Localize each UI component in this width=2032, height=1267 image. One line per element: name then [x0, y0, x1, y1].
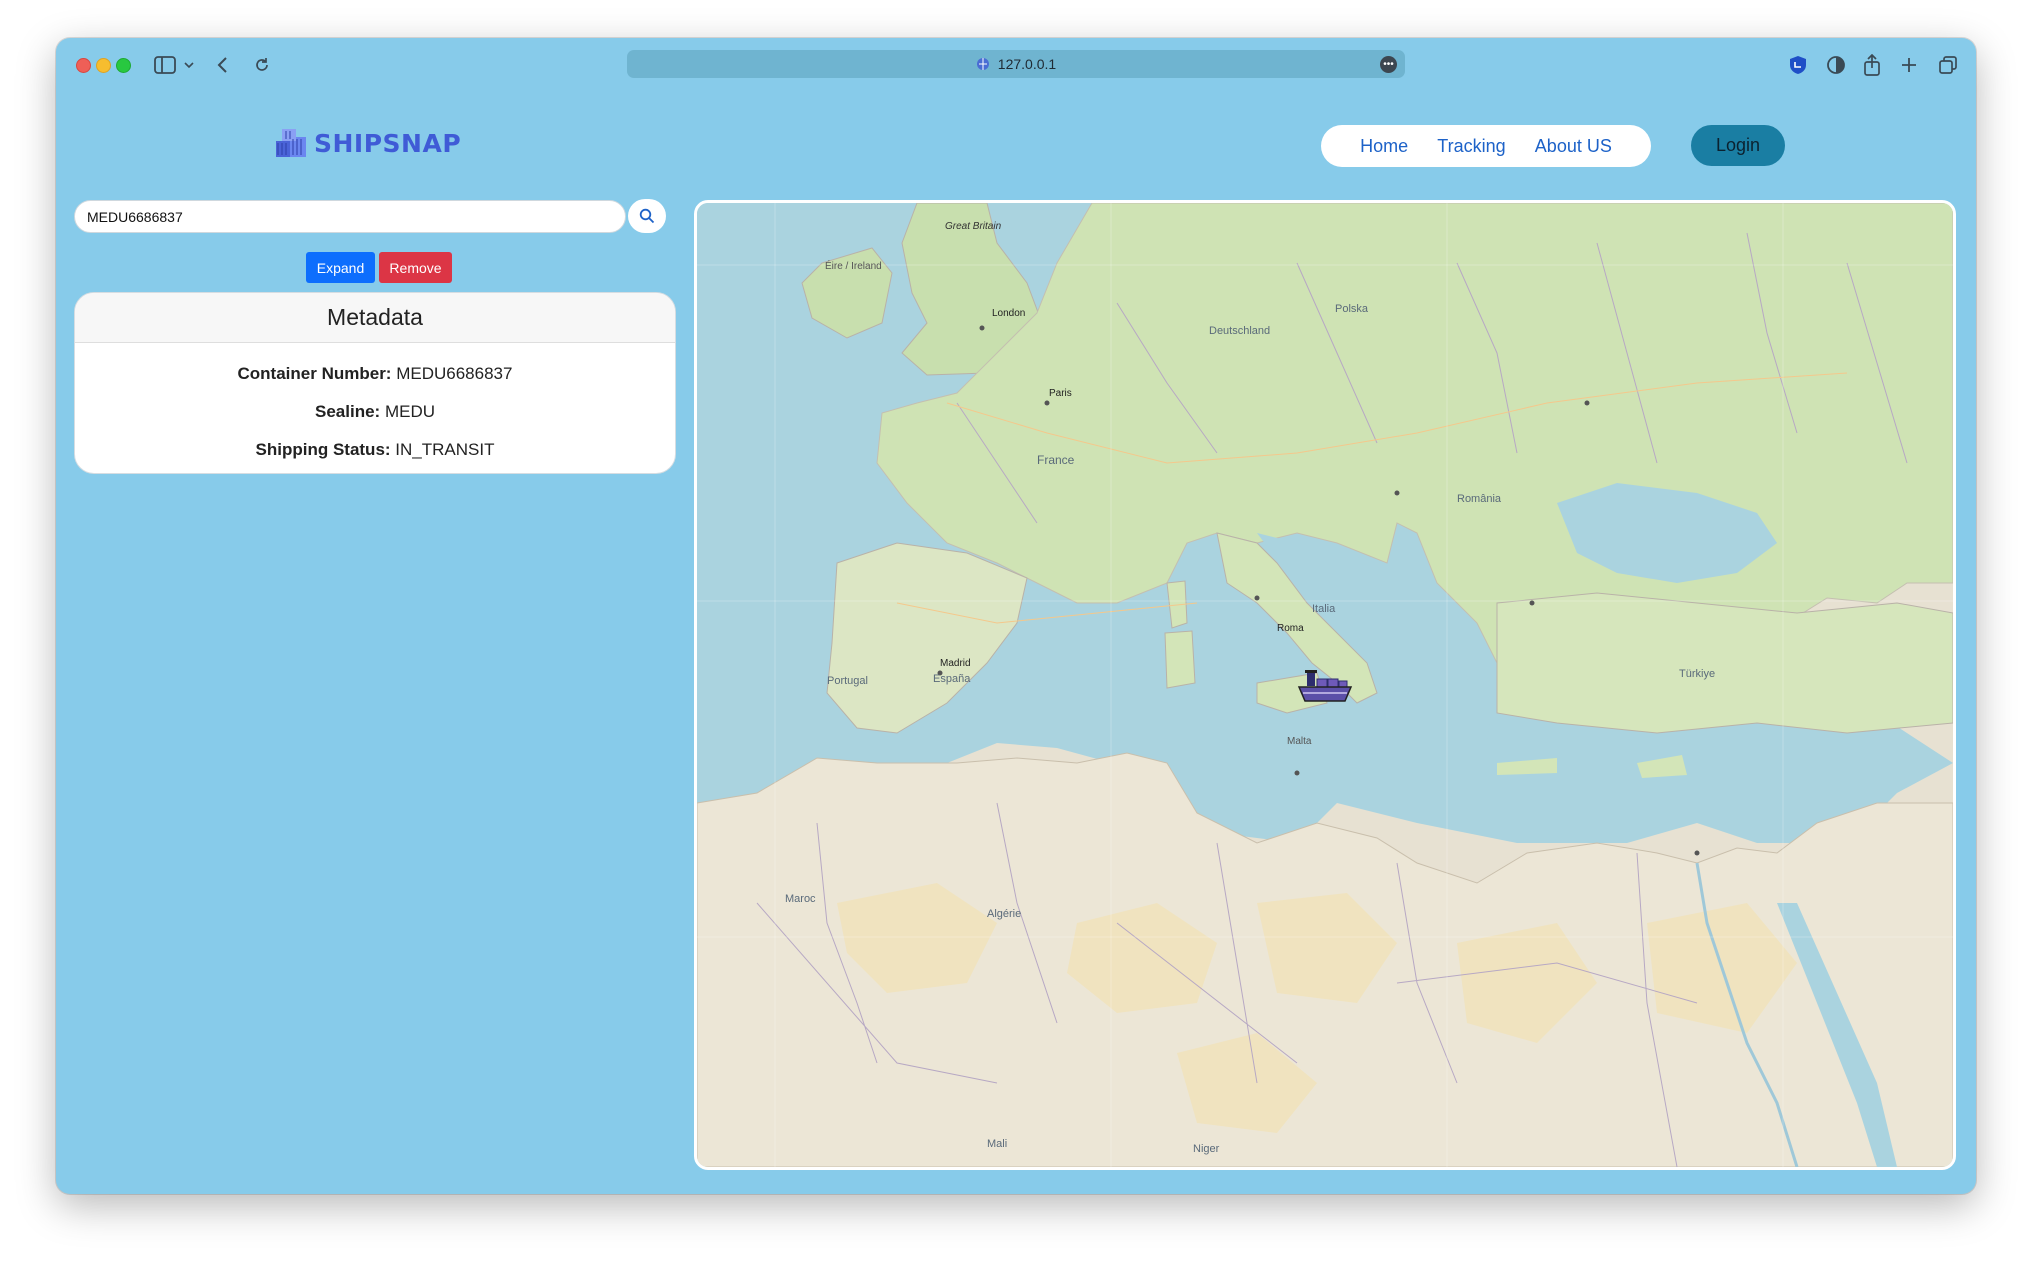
back-icon[interactable] — [216, 52, 228, 78]
map-label-romania: România — [1457, 493, 1502, 505]
map-label-maroc: Maroc — [785, 893, 816, 905]
map-label-madrid: Madrid — [940, 658, 971, 669]
tracking-map[interactable]: Great Britain Éire / Ireland London Pari… — [694, 200, 1956, 1170]
container-number-value: MEDU6686837 — [396, 364, 513, 383]
map-label-france: France — [1037, 453, 1075, 467]
metadata-title: Metadata — [75, 293, 675, 343]
map-label-italia: Italia — [1312, 603, 1336, 615]
brand-name: SHIPSNAP — [314, 128, 462, 158]
map-label-eire: Éire / Ireland — [825, 261, 882, 272]
remove-button[interactable]: Remove — [379, 252, 452, 283]
sealine-label: Sealine: — [315, 402, 381, 421]
map-label-roma: Roma — [1277, 623, 1304, 634]
container-stack-icon — [276, 129, 306, 157]
expand-button[interactable]: Expand — [306, 252, 375, 283]
sealine-row: Sealine: MEDU — [75, 393, 675, 431]
shield-icon[interactable] — [1788, 52, 1808, 78]
map-label-malta: Malta — [1287, 736, 1312, 747]
browser-window: 127.0.0.1 ••• SHIPSNAP Home Tracking Abo… — [56, 38, 1976, 1194]
ship-marker-icon[interactable] — [1297, 669, 1353, 709]
browser-toolbar: 127.0.0.1 ••• — [56, 38, 1976, 90]
site-icon — [976, 58, 989, 70]
shipping-status-label: Shipping Status: — [255, 440, 391, 459]
map-label-polska: Polska — [1335, 303, 1369, 315]
address-bar[interactable]: 127.0.0.1 ••• — [627, 50, 1405, 78]
share-icon[interactable] — [1863, 52, 1881, 78]
more-options-icon[interactable]: ••• — [1380, 56, 1397, 73]
nav-home[interactable]: Home — [1360, 136, 1408, 157]
map-label-mali: Mali — [987, 1138, 1008, 1150]
sidebar-toggle-icon[interactable] — [154, 52, 176, 78]
new-tab-icon[interactable] — [1901, 52, 1917, 78]
container-search-input[interactable] — [74, 200, 626, 233]
map-label-niger: Niger — [1193, 1143, 1220, 1155]
nav-about[interactable]: About US — [1535, 136, 1612, 157]
theme-icon[interactable] — [1826, 52, 1846, 78]
chevron-down-icon[interactable] — [184, 52, 194, 78]
metadata-card: Metadata Container Number: MEDU6686837 S… — [74, 292, 676, 474]
search-icon — [639, 208, 655, 224]
map-label-turkiye: Türkiye — [1679, 668, 1716, 680]
map-label-algerie: Algérie — [987, 908, 1022, 920]
reload-icon[interactable] — [254, 52, 270, 78]
shipping-status-value: IN_TRANSIT — [395, 440, 495, 459]
map-label-portugal: Portugal — [827, 675, 868, 687]
map-label-london: London — [992, 308, 1026, 319]
minimize-window-button[interactable] — [96, 58, 111, 73]
brand-logo[interactable]: SHIPSNAP — [272, 125, 461, 161]
close-window-button[interactable] — [76, 58, 91, 73]
url-text: 127.0.0.1 — [997, 56, 1057, 72]
container-number-row: Container Number: MEDU6686837 — [75, 355, 675, 393]
nav-tracking[interactable]: Tracking — [1437, 136, 1505, 157]
map-label-paris: Paris — [1049, 388, 1072, 399]
main-nav: Home Tracking About US — [1321, 125, 1651, 167]
zoom-window-button[interactable] — [116, 58, 131, 73]
map-label-great-britain: Great Britain — [945, 221, 1002, 232]
map-label-espana: España — [933, 673, 971, 685]
map-label-deutschland: Deutschland — [1209, 325, 1271, 337]
container-number-label: Container Number: — [237, 364, 392, 383]
sealine-value: MEDU — [384, 402, 435, 421]
tab-overview-icon[interactable] — [1938, 52, 1958, 78]
search-button[interactable] — [628, 199, 666, 233]
shipping-status-row: Shipping Status: IN_TRANSIT — [75, 431, 675, 469]
login-button[interactable]: Login — [1691, 125, 1785, 166]
